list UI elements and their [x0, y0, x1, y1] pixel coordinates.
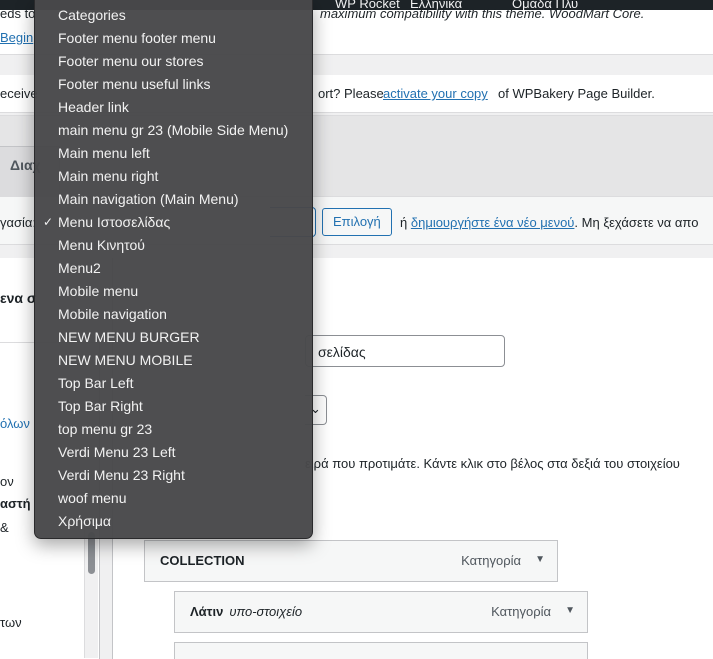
dropdown-option-label: NEW MENU BURGER	[58, 329, 200, 345]
scrollbar[interactable]	[84, 528, 98, 658]
dropdown-option[interactable]: woof menu	[35, 487, 312, 510]
create-menu-link[interactable]: δημιουργήστε ένα νέο μενού	[411, 215, 575, 230]
dropdown-option[interactable]: NEW MENU BURGER	[35, 326, 312, 349]
notice2-text: ort? Please	[318, 86, 384, 101]
menu-item-type: Κατηγορία	[491, 604, 551, 619]
dropdown-option[interactable]: Top Bar Left	[35, 372, 312, 395]
menu-name-value: σελίδας	[318, 344, 366, 360]
list-item[interactable]: &	[0, 520, 9, 535]
dropdown-option-label: Footer menu useful links	[58, 76, 211, 92]
activate-copy-link[interactable]: activate your copy	[383, 86, 488, 101]
dropdown-option[interactable]: top menu gr 23	[35, 418, 312, 441]
dropdown-option[interactable]: Χρήσιμα	[35, 510, 312, 533]
or-text: ή	[400, 215, 408, 230]
menu-item[interactable]	[174, 642, 588, 659]
dropdown-option[interactable]: Main navigation (Main Menu)	[35, 188, 312, 211]
dropdown-option-label: Main navigation (Main Menu)	[58, 191, 239, 207]
dropdown-option[interactable]: Footer menu footer menu	[35, 27, 312, 50]
dropdown-option-label: Categories	[58, 7, 126, 23]
menu-item-title: COLLECTION	[160, 553, 245, 568]
dropdown-option[interactable]: Categories	[35, 4, 312, 27]
dropdown-option-label: main menu gr 23 (Mobile Side Menu)	[58, 122, 289, 138]
dropdown-option[interactable]: Top Bar Right	[35, 395, 312, 418]
list-item[interactable]: αστή	[0, 496, 31, 511]
dropdown-option-label: Mobile navigation	[58, 306, 167, 322]
dropdown-option[interactable]: Header link	[35, 96, 312, 119]
notice2-tail: of WPBakery Page Builder.	[498, 86, 655, 101]
dropdown-option-label: Verdi Menu 23 Right	[58, 467, 185, 483]
reminder-text: . Μη ξεχάσετε να απο	[574, 215, 699, 230]
dropdown-option[interactable]: Mobile menu	[35, 280, 312, 303]
notice-text-head: eds to	[0, 6, 36, 21]
dropdown-option[interactable]: main menu gr 23 (Mobile Side Menu)	[35, 119, 312, 142]
dropdown-option-label: Χρήσιμα	[58, 513, 111, 529]
dropdown-option-label: Menu2	[58, 260, 101, 276]
checkmark-icon: ✓	[43, 215, 54, 229]
expand-arrow-icon[interactable]: ▼	[535, 554, 545, 565]
list-item[interactable]: ον	[0, 474, 14, 489]
dropdown-option-label: Top Bar Left	[58, 375, 134, 391]
dropdown-option-label: NEW MENU MOBILE	[58, 352, 193, 368]
instructions-text: ειρά που προτιμάτε. Κάντε κλικ στο βέλος…	[305, 456, 680, 471]
list-item[interactable]: των	[0, 615, 22, 630]
dropdown-option[interactable]: Mobile navigation	[35, 303, 312, 326]
menu-item-title: Λάτιν	[190, 604, 224, 619]
dropdown-option[interactable]: Menu Κινητού	[35, 234, 312, 257]
dropdown-option[interactable]: Verdi Menu 23 Left	[35, 441, 312, 464]
dropdown-option[interactable]: Footer menu useful links	[35, 73, 312, 96]
notice-text: maximum compatibility with this theme. W…	[320, 6, 645, 21]
menu-item-type: Κατηγορία	[461, 553, 521, 568]
dropdown-option[interactable]: NEW MENU MOBILE	[35, 349, 312, 372]
dropdown-option[interactable]: ✓ Menu Ιστοσελίδας	[35, 211, 312, 234]
menu-select-dropdown[interactable]: Categories Footer menu footer menu Footer …	[34, 0, 313, 539]
select-button[interactable]: Επιλογή	[322, 208, 392, 236]
dropdown-option-label: Menu Ιστοσελίδας	[58, 214, 171, 230]
dropdown-option-label: Footer menu our stores	[58, 53, 204, 69]
dropdown-option[interactable]: Menu2	[35, 257, 312, 280]
dropdown-option[interactable]: Main menu right	[35, 165, 312, 188]
create-menu-line: ή δημιουργήστε ένα νέο μενού. Μη ξεχάσετ…	[400, 215, 698, 230]
dropdown-option-label: top menu gr 23	[58, 421, 153, 437]
dropdown-option-label: Main menu left	[58, 145, 150, 161]
select-menu-label: γασία:	[0, 215, 37, 230]
notice2-head: eceive	[0, 86, 38, 101]
dropdown-option-label: Top Bar Right	[58, 398, 143, 414]
menu-name-input[interactable]: σελίδας	[305, 335, 505, 367]
menu-item[interactable]: COLLECTION Κατηγορία ▼	[144, 540, 558, 582]
panel-title: ενα σ	[0, 290, 37, 306]
begin-link[interactable]: Begin	[0, 30, 33, 45]
view-all-link[interactable]: όλων	[0, 416, 30, 431]
dropdown-option[interactable]: Verdi Menu 23 Right	[35, 464, 312, 487]
dropdown-option-label: Mobile menu	[58, 283, 139, 299]
menu-item[interactable]: Λάτιν υπο-στοιχείο Κατηγορία ▼	[174, 591, 588, 633]
dropdown-option-label: Verdi Menu 23 Left	[58, 444, 176, 460]
expand-arrow-icon[interactable]: ▼	[565, 605, 575, 616]
sub-item-label: υπο-στοιχείο	[229, 604, 303, 619]
dropdown-option-label: woof menu	[58, 490, 127, 506]
dropdown-option-label: Header link	[58, 99, 129, 115]
dropdown-option-label: Main menu right	[58, 168, 159, 184]
dropdown-option[interactable]: Footer menu our stores	[35, 50, 312, 73]
dropdown-option-label: Menu Κινητού	[58, 237, 145, 253]
dropdown-option-label: Footer menu footer menu	[58, 30, 216, 46]
dropdown-option[interactable]: Main menu left	[35, 142, 312, 165]
